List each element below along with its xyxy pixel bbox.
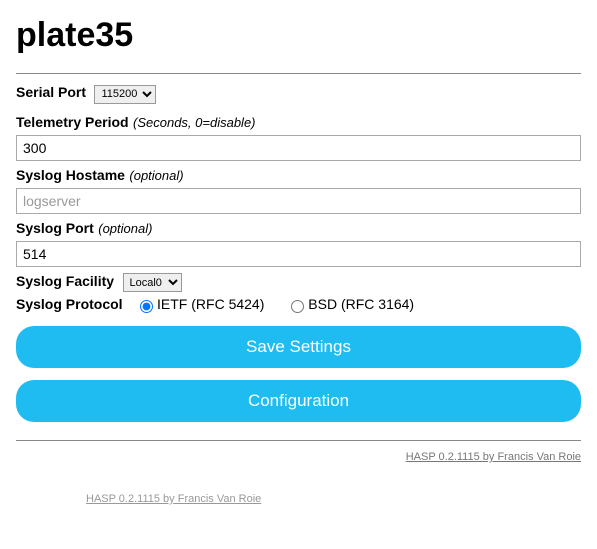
divider-top (16, 73, 581, 74)
telemetry-hint: (Seconds, 0=disable) (133, 115, 256, 130)
syslog-host-label: Syslog Hostame (16, 167, 125, 183)
syslog-facility-label: Syslog Facility (16, 273, 114, 289)
protocol-ietf-option[interactable]: IETF (RFC 5424) (135, 296, 268, 312)
serial-port-label: Serial Port (16, 84, 86, 100)
syslog-port-input[interactable] (16, 241, 581, 267)
divider-footer (16, 440, 581, 441)
footer-link[interactable]: HASP 0.2.1115 by Francis Van Roie (16, 451, 581, 463)
page-title: plate35 (16, 16, 581, 55)
protocol-ietf-radio[interactable] (140, 300, 153, 313)
syslog-host-hint: (optional) (129, 168, 183, 183)
configuration-button[interactable]: Configuration (16, 380, 581, 422)
syslog-port-label: Syslog Port (16, 220, 94, 236)
syslog-port-hint: (optional) (98, 221, 152, 236)
syslog-host-input[interactable] (16, 188, 581, 214)
syslog-protocol-label: Syslog Protocol (16, 296, 123, 312)
footer-link-secondary[interactable]: HASP 0.2.1115 by Francis Van Roie (86, 493, 581, 505)
protocol-bsd-radio[interactable] (291, 300, 304, 313)
syslog-facility-select[interactable]: Local0 (123, 273, 182, 292)
save-button[interactable]: Save Settings (16, 326, 581, 368)
protocol-bsd-option[interactable]: BSD (RFC 3164) (286, 296, 414, 312)
telemetry-label: Telemetry Period (16, 114, 129, 130)
telemetry-input[interactable] (16, 135, 581, 161)
serial-port-select[interactable]: 115200 (94, 85, 156, 104)
